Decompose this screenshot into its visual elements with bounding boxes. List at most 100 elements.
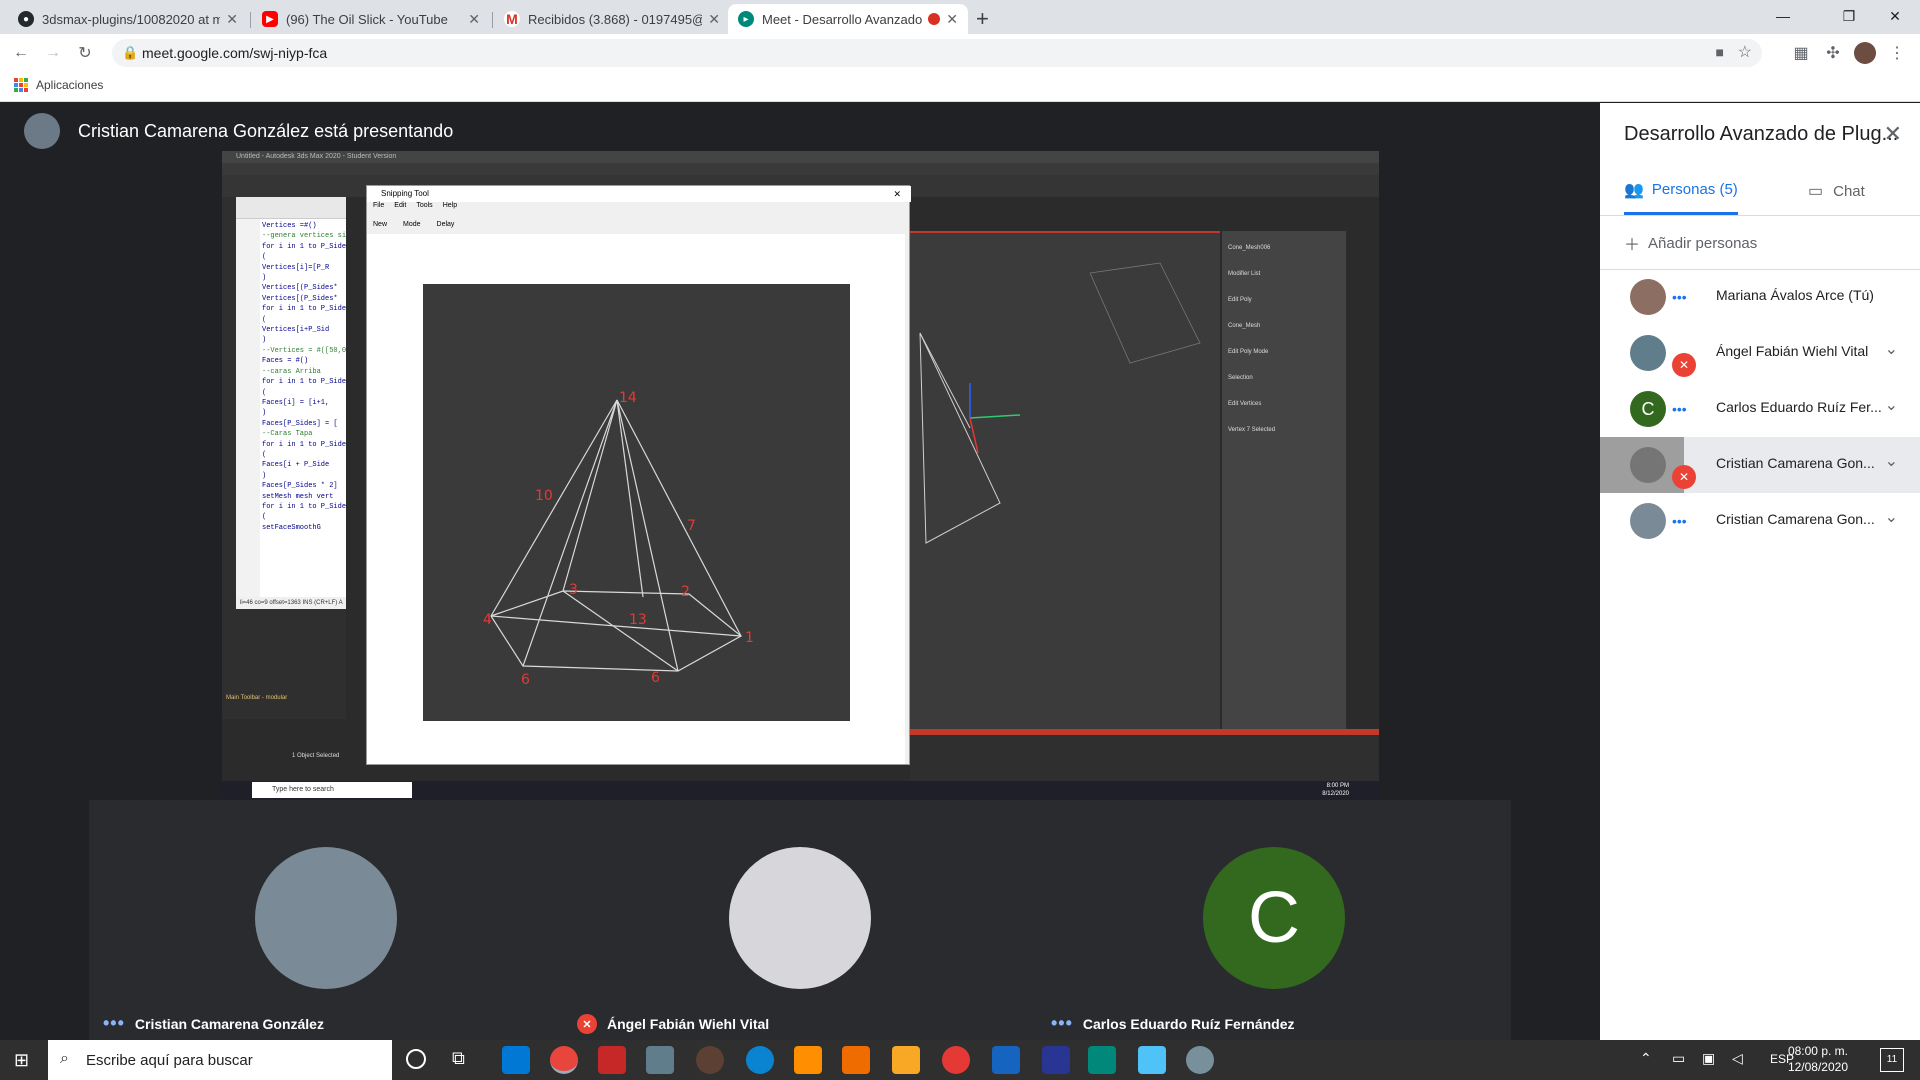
code-line: (: [262, 450, 267, 459]
close-icon[interactable]: ✕: [946, 11, 958, 28]
snip-menu-item[interactable]: Help: [443, 202, 457, 214]
network-icon[interactable]: ▣: [1702, 1050, 1715, 1067]
chrome-app-icon[interactable]: [942, 1046, 970, 1074]
editor-gutter: [236, 219, 260, 597]
taskbar-search[interactable]: ⌕ Escribe aquí para buscar: [48, 1040, 392, 1080]
close-icon[interactable]: ✕: [468, 11, 480, 28]
participant-tile[interactable]: C ••• Carlos Eduardo Ruíz Fernández: [1037, 800, 1511, 1040]
app-icon[interactable]: [1138, 1046, 1166, 1074]
star-icon[interactable]: ☆: [1738, 42, 1752, 62]
tab-people[interactable]: 👥 Personas (5): [1624, 167, 1738, 215]
clock-date: 12/08/2020: [1787, 1060, 1848, 1074]
participant-row[interactable]: ✕ Ángel Fabián Wiehl Vital ⌄: [1600, 325, 1920, 381]
code-line: for i in 1 to P_Side: [262, 242, 346, 251]
modifier-item[interactable]: Edit Poly: [1228, 295, 1340, 305]
avatar: [255, 847, 397, 989]
menu-icon[interactable]: ⋮: [1886, 42, 1908, 64]
modifier-item[interactable]: Cone_Mesh006: [1228, 243, 1340, 253]
tab-chat-label: Chat: [1833, 182, 1865, 200]
address-bar[interactable]: 🔒 meet.google.com/swj-niyp-fca ■ ☆: [112, 39, 1762, 67]
reload-icon[interactable]: ↻: [74, 42, 96, 64]
tab-meet[interactable]: ▸ Meet - Desarrollo Avanzado ✕: [728, 4, 968, 34]
volume-icon[interactable]: ◁: [1732, 1050, 1743, 1067]
lock-icon: 🔒: [122, 45, 139, 60]
powershell-app-icon[interactable]: [1042, 1046, 1070, 1074]
forward-icon[interactable]: →: [42, 42, 64, 64]
snip-tool-button[interactable]: Mode: [403, 221, 421, 228]
editor-menu: [236, 197, 346, 219]
battery-icon[interactable]: ▭: [1672, 1050, 1685, 1067]
folder-app-icon[interactable]: [892, 1046, 920, 1074]
maximize-icon[interactable]: ❐: [1826, 0, 1872, 32]
close-icon[interactable]: ✕: [226, 11, 238, 28]
snip-menu-item[interactable]: Edit: [394, 202, 406, 214]
inner-taskbar: Type here to search 8:00 PM 8/12/2020: [222, 781, 1379, 799]
window-close-icon[interactable]: ✕: [1872, 0, 1918, 32]
tab-chat[interactable]: ▭ Chat: [1808, 167, 1865, 215]
tab-youtube[interactable]: ▶ (96) The Oil Slick - YouTube ✕: [252, 4, 490, 34]
3dsmax-app-icon[interactable]: [1088, 1046, 1116, 1074]
tab-label: 3dsmax-plugins/10082020 at ma: [42, 11, 221, 27]
snip-menu-item[interactable]: Tools: [416, 202, 432, 214]
participant-row[interactable]: ••• Cristian Camarena Gon... ⌄: [1600, 493, 1920, 549]
app-icon[interactable]: [992, 1046, 1020, 1074]
windows-start-icon[interactable]: ⊞: [14, 1050, 29, 1071]
snip-tool-button[interactable]: New: [373, 221, 387, 228]
add-people-button[interactable]: ＋ Añadir personas: [1624, 223, 1757, 263]
chevron-down-icon[interactable]: ⌄: [1885, 451, 1898, 471]
snip-tool-button[interactable]: Delay: [437, 221, 455, 228]
app-icon[interactable]: [598, 1046, 626, 1074]
close-icon[interactable]: ✕: [1884, 121, 1902, 147]
tray-clock[interactable]: 08:00 p. m. 12/08/2020: [1788, 1043, 1848, 1075]
code-line: --Vertices = #([50,0,0]: [262, 346, 346, 355]
inner-clock: 8:00 PM 8/12/2020: [1322, 782, 1349, 798]
vlc-app-icon[interactable]: [794, 1046, 822, 1074]
app-icon[interactable]: [1186, 1046, 1214, 1074]
browser-toolbar: ← → ↻ 🔒 meet.google.com/swj-niyp-fca ■ ☆…: [0, 34, 1920, 70]
puzzle-icon[interactable]: ✣: [1822, 42, 1844, 64]
snip-close-icon[interactable]: ✕: [893, 186, 901, 202]
participant-row[interactable]: C ••• Carlos Eduardo Ruíz Fer... ⌄: [1600, 381, 1920, 437]
cortana-icon[interactable]: [406, 1049, 426, 1069]
tab-github[interactable]: ● 3dsmax-plugins/10082020 at ma ✕: [8, 4, 248, 34]
mail-app-icon[interactable]: [502, 1046, 530, 1074]
modifier-item[interactable]: Modifier List: [1228, 269, 1340, 279]
participant-row[interactable]: ✕ Cristian Camarena Gon... ⌄: [1600, 437, 1920, 493]
tab-gmail[interactable]: M Recibidos (3.868) - 0197495@up ✕: [494, 4, 730, 34]
chevron-down-icon[interactable]: ⌄: [1885, 507, 1898, 527]
chevron-down-icon[interactable]: ⌄: [1885, 339, 1898, 359]
extensions-grid-icon[interactable]: ▦: [1790, 42, 1812, 64]
tray-chevron-icon[interactable]: ⌃: [1640, 1050, 1652, 1067]
profile-avatar[interactable]: [1854, 42, 1876, 64]
chevron-down-icon[interactable]: ⌄: [1885, 395, 1898, 415]
camera-icon[interactable]: ■: [1716, 44, 1724, 60]
search-placeholder: Escribe aquí para buscar: [86, 1051, 253, 1069]
media-app-icon[interactable]: [696, 1046, 724, 1074]
edge-app-icon[interactable]: [746, 1046, 774, 1074]
snip-menu-item[interactable]: File: [373, 202, 384, 214]
avatar-initial: C: [1630, 391, 1666, 427]
participant-row[interactable]: ••• Mariana Ávalos Arce (Tú): [1600, 269, 1920, 325]
app-icon[interactable]: [646, 1046, 674, 1074]
minimize-icon[interactable]: —: [1760, 0, 1806, 32]
close-icon[interactable]: ✕: [708, 11, 720, 28]
new-tab-icon[interactable]: +: [976, 6, 989, 32]
apps-bookmark[interactable]: Aplicaciones: [14, 78, 103, 92]
speaking-dots-icon: •••: [1672, 513, 1687, 529]
modifier-item[interactable]: Cone_Mesh: [1228, 321, 1340, 331]
add-people-label: Añadir personas: [1648, 234, 1758, 252]
modifier-item[interactable]: Edit Vertices: [1228, 399, 1340, 409]
modifier-item[interactable]: Vertex 7 Selected: [1228, 425, 1340, 435]
chrome-app-icon[interactable]: [550, 1046, 578, 1074]
task-view-icon[interactable]: ⧉: [452, 1048, 465, 1069]
back-icon[interactable]: ←: [10, 42, 32, 64]
people-panel: Desarrollo Avanzado de Plug... ✕ 👥 Perso…: [1600, 103, 1920, 1040]
notifications-icon[interactable]: 11: [1880, 1048, 1904, 1072]
code-line: Vertices[(P_Sides*: [262, 284, 338, 293]
modifier-item[interactable]: Selection: [1228, 373, 1340, 383]
modifier-item[interactable]: Edit Poly Mode: [1228, 347, 1340, 357]
participant-tile[interactable]: ••• Cristian Camarena González: [89, 800, 563, 1040]
sublime-app-icon[interactable]: [842, 1046, 870, 1074]
svg-text:13: 13: [629, 612, 647, 628]
participant-tile[interactable]: ✕ Ángel Fabián Wiehl Vital: [563, 800, 1037, 1040]
